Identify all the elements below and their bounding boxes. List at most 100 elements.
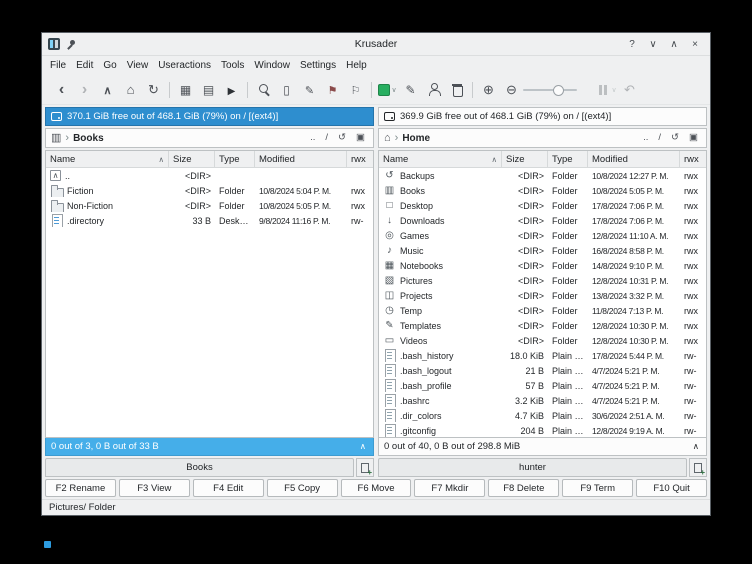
maximize-button[interactable]: ∧ (665, 36, 683, 52)
file-row[interactable]: Downloads <DIR> Folder 17/8/2024 7:06 P.… (379, 213, 706, 228)
file-row[interactable]: Projects <DIR> Folder 13/8/2024 3:32 P. … (379, 288, 706, 303)
toolbar-button[interactable] (298, 78, 321, 102)
toolbar-button[interactable] (344, 78, 367, 102)
toolbar-button[interactable] (275, 78, 298, 102)
file-row[interactable]: .bash_history 18.0 KiB Plain t… 17/8/202… (379, 348, 706, 363)
menu-item[interactable]: Help (341, 59, 372, 72)
root-dir-button[interactable]: / (655, 133, 664, 143)
toolbar-button[interactable] (96, 78, 119, 102)
toolbar-button[interactable] (119, 78, 142, 102)
file-row[interactable]: Templates <DIR> Folder 12/8/2024 10:30 P… (379, 318, 706, 333)
menu-item[interactable]: Go (98, 59, 121, 72)
file-row[interactable]: .. <DIR> (46, 168, 373, 183)
parent-dir-button[interactable]: .. (307, 133, 318, 143)
collapse-icon[interactable]: ∧ (691, 441, 701, 452)
new-tab-button[interactable] (356, 458, 374, 477)
file-row[interactable]: Fiction <DIR> Folder 10/8/2024 5:04 P. M… (46, 183, 373, 198)
toolbar-button[interactable] (174, 78, 197, 102)
toolbar-button[interactable] (220, 78, 243, 102)
file-row[interactable]: .gitconfig 204 B Plain t… 12/8/2024 9:19… (379, 423, 706, 437)
toolbar-button[interactable] (243, 78, 252, 102)
toolbar-button[interactable] (445, 78, 468, 102)
tab-books[interactable]: Books (45, 458, 354, 477)
toolbar-button[interactable] (500, 78, 523, 102)
toolbar-button[interactable] (595, 78, 618, 102)
file-row[interactable]: .bash_profile 57 B Plain t… 4/7/2024 5:2… (379, 378, 706, 393)
menu-item[interactable]: Tools (216, 59, 249, 72)
file-row[interactable]: Temp <DIR> Folder 11/8/2024 7:13 P. M. r… (379, 303, 706, 318)
file-row[interactable]: .bashrc 3.2 KiB Plain t… 4/7/2024 5:21 P… (379, 393, 706, 408)
file-row[interactable]: Desktop <DIR> Folder 17/8/2024 7:06 P. M… (379, 198, 706, 213)
toolbar-button[interactable] (399, 78, 422, 102)
breadcrumb[interactable]: Books (73, 133, 104, 144)
help-button[interactable]: ? (623, 36, 641, 52)
history-icon[interactable]: ↺ (668, 133, 682, 143)
right-media-info-bar[interactable]: 369.9 GiB free out of 468.1 GiB (79%) on… (378, 107, 707, 126)
column-header[interactable]: Name ∧ (379, 151, 502, 167)
file-row[interactable]: .directory 33 B Desktop en… 9/8/2024 11:… (46, 213, 373, 228)
fn-key-button[interactable]: F7 Mkdir (414, 479, 486, 497)
toolbar-button[interactable] (477, 78, 500, 102)
toolbar-button[interactable] (321, 78, 344, 102)
column-header[interactable]: Size (169, 151, 215, 167)
column-header[interactable]: Type (215, 151, 255, 167)
toolbar-button[interactable] (165, 78, 174, 102)
file-row[interactable]: Non-Fiction <DIR> Folder 10/8/2024 5:05 … (46, 198, 373, 213)
toolbar-button[interactable] (50, 78, 73, 102)
file-row[interactable]: Music <DIR> Folder 16/8/2024 8:58 P. M. … (379, 243, 706, 258)
menu-item[interactable]: Useractions (153, 59, 216, 72)
toolbar-button[interactable] (197, 78, 220, 102)
fn-key-button[interactable]: F10 Quit (636, 479, 708, 497)
file-row[interactable]: .dir_colors 4.7 KiB Plain t… 30/6/2024 2… (379, 408, 706, 423)
new-tab-button[interactable] (689, 458, 707, 477)
collapse-icon[interactable]: ∧ (358, 441, 368, 452)
file-row[interactable]: Backups <DIR> Folder 10/8/2024 12:27 P. … (379, 168, 706, 183)
sidebar-icon[interactable]: ▣ (353, 133, 368, 143)
toolbar-button[interactable] (73, 78, 96, 102)
file-row[interactable]: Games <DIR> Folder 12/8/2024 11:10 A. M.… (379, 228, 706, 243)
column-header[interactable]: rwx (680, 151, 706, 167)
pin-icon[interactable] (65, 38, 77, 50)
breadcrumb[interactable]: Home (402, 133, 430, 144)
toolbar-button[interactable] (523, 78, 577, 102)
fn-key-button[interactable]: F2 Rename (45, 479, 116, 497)
column-header[interactable]: Modified (588, 151, 680, 167)
left-media-info-bar[interactable]: 370.1 GiB free out of 468.1 GiB (79%) on… (45, 107, 374, 126)
column-header[interactable]: Name ∧ (46, 151, 169, 167)
fn-key-button[interactable]: F3 View (118, 479, 190, 497)
parent-dir-button[interactable]: .. (640, 133, 651, 143)
file-row[interactable]: .bash_logout 21 B Plain t… 4/7/2024 5:21… (379, 363, 706, 378)
file-row[interactable]: Pictures <DIR> Folder 12/8/2024 10:31 P.… (379, 273, 706, 288)
root-dir-button[interactable]: / (322, 133, 331, 143)
menu-item[interactable]: Edit (71, 59, 98, 72)
column-header[interactable]: Modified (255, 151, 347, 167)
menu-item[interactable]: View (122, 59, 154, 72)
file-row[interactable]: Videos <DIR> Folder 12/8/2024 10:30 P. M… (379, 333, 706, 348)
fn-key-button[interactable]: F8 Delete (488, 479, 560, 497)
column-header[interactable]: Type (548, 151, 588, 167)
toolbar-button[interactable] (618, 78, 641, 102)
column-header[interactable]: rwx (347, 151, 373, 167)
toolbar-button[interactable] (252, 78, 275, 102)
close-button[interactable]: × (686, 36, 704, 52)
sidebar-icon[interactable]: ▣ (686, 133, 701, 143)
tab-hunter[interactable]: hunter (378, 458, 687, 477)
toolbar-button[interactable] (422, 78, 445, 102)
folder-icon (50, 184, 64, 197)
toolbar-button[interactable] (142, 78, 165, 102)
menu-item[interactable]: Window (249, 59, 295, 72)
menu-item[interactable]: File (45, 59, 71, 72)
fn-key-button[interactable]: F9 Term (562, 479, 634, 497)
fn-key-button[interactable]: F6 Move (340, 479, 412, 497)
fn-key-button[interactable]: F4 Edit (192, 479, 264, 497)
minimize-button[interactable]: ∨ (644, 36, 662, 52)
fn-key-button[interactable]: F5 Copy (266, 479, 338, 497)
file-row[interactable]: Books <DIR> Folder 10/8/2024 5:05 P. M. … (379, 183, 706, 198)
history-icon[interactable]: ↺ (335, 133, 349, 143)
column-header[interactable]: Size (502, 151, 548, 167)
menu-item[interactable]: Settings (295, 59, 341, 72)
toolbar-button[interactable] (468, 78, 477, 102)
file-row[interactable]: Notebooks <DIR> Folder 14/8/2024 9:10 P.… (379, 258, 706, 273)
toolbar-button[interactable] (376, 78, 399, 102)
toolbar-button[interactable] (367, 78, 376, 102)
